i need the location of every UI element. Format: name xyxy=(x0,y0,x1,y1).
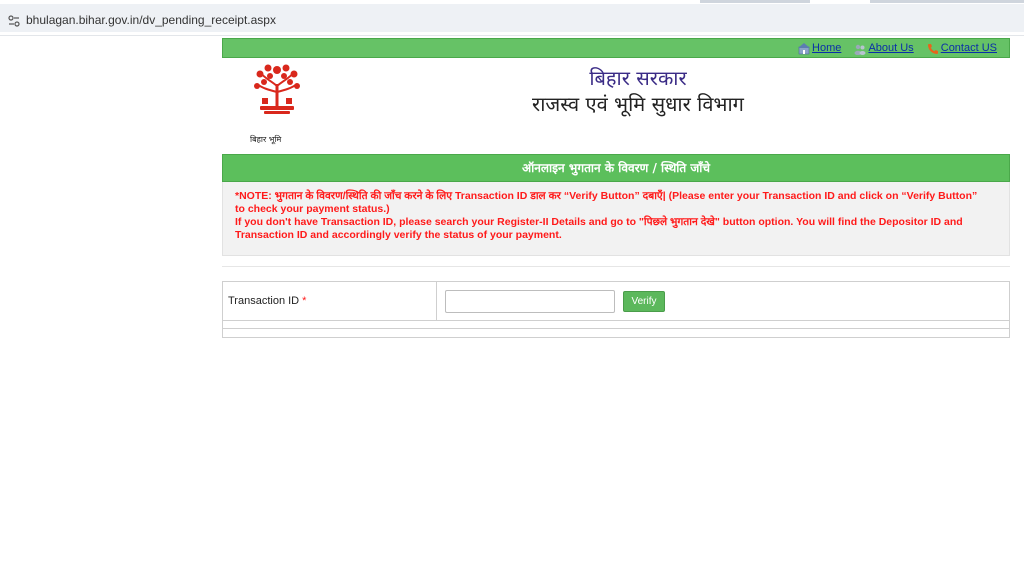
note-line-1: *NOTE: भुगतान के विवरण/स्थिति की जाँच कर… xyxy=(235,190,978,202)
users-icon xyxy=(854,44,866,55)
top-nav: Home About Us Contact US xyxy=(222,38,1010,58)
transaction-id-label: Transaction ID xyxy=(228,295,300,307)
logo-caption: बिहार भूमि xyxy=(250,135,282,144)
verify-form-table: Transaction ID * Verify xyxy=(222,281,1010,338)
govt-title: बिहार सरकार xyxy=(589,66,687,90)
required-asterisk: * xyxy=(302,295,307,307)
home-link[interactable]: Home xyxy=(798,39,841,58)
url-text[interactable]: bhulagan.bihar.gov.in/dv_pending_receipt… xyxy=(26,13,276,27)
instruction-note: *NOTE: भुगतान के विवरण/स्थिति की जाँच कर… xyxy=(222,182,1010,256)
empty-table-row xyxy=(223,329,1009,337)
tab-strip-hint xyxy=(700,0,810,3)
site-settings-icon[interactable] xyxy=(8,15,20,27)
empty-table-row xyxy=(223,321,1009,329)
home-icon xyxy=(798,42,811,54)
site-header: बिहार भूमि बिहार सरकार राजस्व एवं भूमि स… xyxy=(222,58,1010,144)
transaction-id-input[interactable] xyxy=(445,289,615,313)
note-line-2: to check your payment status.) xyxy=(235,203,390,215)
tab-strip-hint xyxy=(870,0,1024,3)
home-link-label[interactable]: Home xyxy=(812,39,841,58)
section-heading: ऑनलाइन भुगतान के विवरण / स्थिति जाँचे xyxy=(222,154,1010,182)
url-bar[interactable]: bhulagan.bihar.gov.in/dv_pending_receipt… xyxy=(0,4,1024,32)
department-title: राजस्व एवं भूमि सुधार विभाग xyxy=(532,92,744,116)
browser-address-bar: bhulagan.bihar.gov.in/dv_pending_receipt… xyxy=(0,0,1024,36)
transaction-id-field-cell: Verify xyxy=(437,282,1009,320)
about-us-link[interactable]: About Us xyxy=(854,39,914,58)
about-us-link-label[interactable]: About Us xyxy=(868,39,913,58)
phone-icon xyxy=(927,43,938,54)
transaction-id-label-cell: Transaction ID * xyxy=(223,282,437,320)
transaction-row: Transaction ID * Verify xyxy=(223,282,1009,321)
page-container: Home About Us Contact US बिहार भूमि बिहा… xyxy=(222,38,1010,338)
verify-button[interactable]: Verify xyxy=(623,290,665,312)
contact-us-link-label[interactable]: Contact US xyxy=(941,39,997,58)
section-divider xyxy=(222,266,1010,267)
note-line-3: If you don't have Transaction ID, please… xyxy=(235,216,963,228)
note-line-4: Transaction ID and accordingly verify th… xyxy=(235,229,562,241)
contact-us-link[interactable]: Contact US xyxy=(927,39,997,58)
